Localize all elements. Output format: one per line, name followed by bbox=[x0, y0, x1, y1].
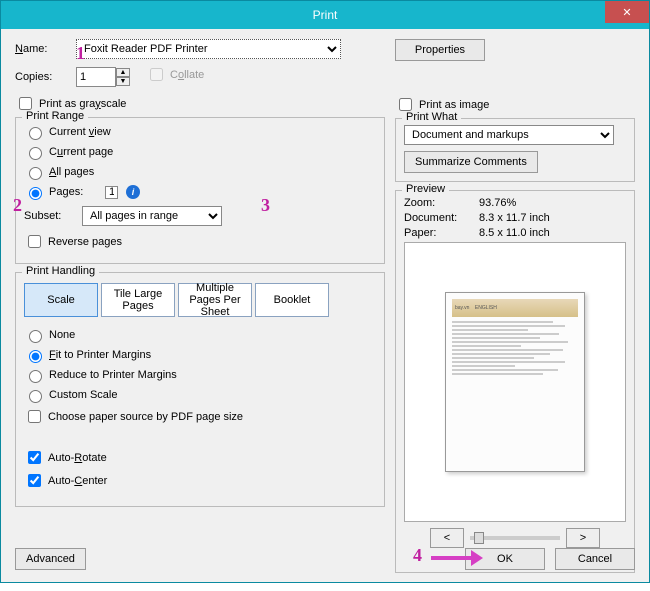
all-pages-label: All pages bbox=[49, 166, 94, 178]
print-range-group: Print Range Current viewCurrent view Cur… bbox=[15, 117, 385, 264]
current-view-label: Current view bbox=[49, 126, 111, 138]
reduce-radio[interactable] bbox=[29, 370, 42, 383]
zoom-slider[interactable] bbox=[470, 536, 560, 540]
subset-label: Subset: bbox=[24, 210, 76, 222]
print-what-select[interactable]: Document and markups bbox=[404, 125, 614, 145]
none-label: None bbox=[49, 329, 75, 341]
cancel-button[interactable]: Cancel bbox=[555, 548, 635, 570]
doc-label: Document: bbox=[404, 212, 479, 224]
doc-value: 8.3 x 11.7 inch bbox=[479, 212, 550, 224]
copies-input[interactable] bbox=[76, 67, 116, 87]
choose-paper-label: Choose paper source by PDF page size bbox=[48, 411, 243, 423]
window-title: Print bbox=[313, 8, 338, 22]
pages-input[interactable] bbox=[105, 186, 118, 199]
pages-radio[interactable] bbox=[29, 187, 42, 200]
annotation-1: 1 bbox=[76, 43, 85, 64]
copies-label: Copies: bbox=[15, 71, 70, 83]
annotation-4: 4 bbox=[413, 545, 422, 566]
current-view-radio[interactable] bbox=[29, 127, 42, 140]
custom-radio[interactable] bbox=[29, 390, 42, 403]
paper-label: Paper: bbox=[404, 227, 479, 239]
zoom-value: 93.76% bbox=[479, 197, 516, 209]
next-page-button[interactable]: > bbox=[566, 528, 600, 548]
choose-paper-checkbox[interactable] bbox=[28, 410, 41, 423]
print-as-image-label: Print as image bbox=[419, 99, 489, 111]
none-radio[interactable] bbox=[29, 330, 42, 343]
grayscale-label: Print as grayscale bbox=[39, 98, 126, 110]
properties-button[interactable]: Properties bbox=[395, 39, 485, 61]
auto-center-label: Auto-Center bbox=[48, 475, 107, 487]
preview-legend: Preview bbox=[402, 183, 449, 195]
auto-center-checkbox[interactable] bbox=[28, 474, 41, 487]
handling-legend: Print Handling bbox=[22, 265, 99, 277]
zoom-label: Zoom: bbox=[404, 197, 479, 209]
tile-tab[interactable]: Tile Large Pages bbox=[101, 283, 175, 317]
auto-rotate-label: Auto-Rotate bbox=[48, 452, 107, 464]
custom-label: Custom Scale bbox=[49, 389, 117, 401]
print-what-legend: Print What bbox=[402, 111, 461, 123]
name-label: NName:ame: bbox=[15, 43, 70, 55]
preview-page: bay.vn ENGLISH bbox=[445, 292, 585, 472]
multipage-tab[interactable]: Multiple Pages Per Sheet bbox=[178, 283, 252, 317]
close-icon: ✕ bbox=[622, 6, 631, 19]
pages-label: Pages: bbox=[49, 186, 101, 198]
annotation-arrow bbox=[431, 553, 481, 563]
print-dialog: Print ✕ NName:ame: Foxit Reader PDF Prin… bbox=[0, 0, 650, 583]
subset-select[interactable]: All pages in range bbox=[82, 206, 222, 226]
current-page-label: Current page bbox=[49, 146, 113, 158]
titlebar: Print ✕ bbox=[1, 1, 649, 29]
advanced-button[interactable]: Advanced bbox=[15, 548, 86, 570]
prev-page-button[interactable]: < bbox=[430, 528, 464, 548]
annotation-2: 2 bbox=[13, 195, 22, 216]
summarize-button[interactable]: Summarize Comments bbox=[404, 151, 538, 173]
print-range-legend: Print Range bbox=[22, 110, 88, 122]
annotation-3: 3 bbox=[261, 195, 270, 216]
preview-group: Preview Zoom:93.76% Document:8.3 x 11.7 … bbox=[395, 190, 635, 573]
reduce-label: Reduce to Printer Margins bbox=[49, 369, 177, 381]
print-handling-group: Print Handling Scale Tile Large Pages Mu… bbox=[15, 272, 385, 507]
info-icon[interactable]: i bbox=[126, 185, 140, 199]
printer-select[interactable]: Foxit Reader PDF Printer bbox=[76, 39, 341, 59]
paper-value: 8.5 x 11.0 inch bbox=[479, 227, 550, 239]
print-as-image-checkbox[interactable] bbox=[399, 98, 412, 111]
current-page-radio[interactable] bbox=[29, 147, 42, 160]
copies-down[interactable]: ▼ bbox=[116, 77, 130, 86]
grayscale-checkbox[interactable] bbox=[19, 97, 32, 110]
print-what-group: Print What Document and markups Summariz… bbox=[395, 118, 635, 182]
scale-tab[interactable]: Scale bbox=[24, 283, 98, 317]
auto-rotate-checkbox[interactable] bbox=[28, 451, 41, 464]
reverse-label: Reverse pages bbox=[48, 236, 122, 248]
close-button[interactable]: ✕ bbox=[605, 1, 649, 23]
all-pages-radio[interactable] bbox=[29, 167, 42, 180]
fit-radio[interactable] bbox=[29, 350, 42, 363]
booklet-tab[interactable]: Booklet bbox=[255, 283, 329, 317]
collate-label: Collate bbox=[170, 69, 204, 81]
copies-up[interactable]: ▲ bbox=[116, 68, 130, 77]
reverse-checkbox[interactable] bbox=[28, 235, 41, 248]
fit-label: Fit to Printer Margins bbox=[49, 349, 151, 361]
collate-checkbox bbox=[150, 68, 163, 81]
preview-area: bay.vn ENGLISH bbox=[404, 242, 626, 522]
